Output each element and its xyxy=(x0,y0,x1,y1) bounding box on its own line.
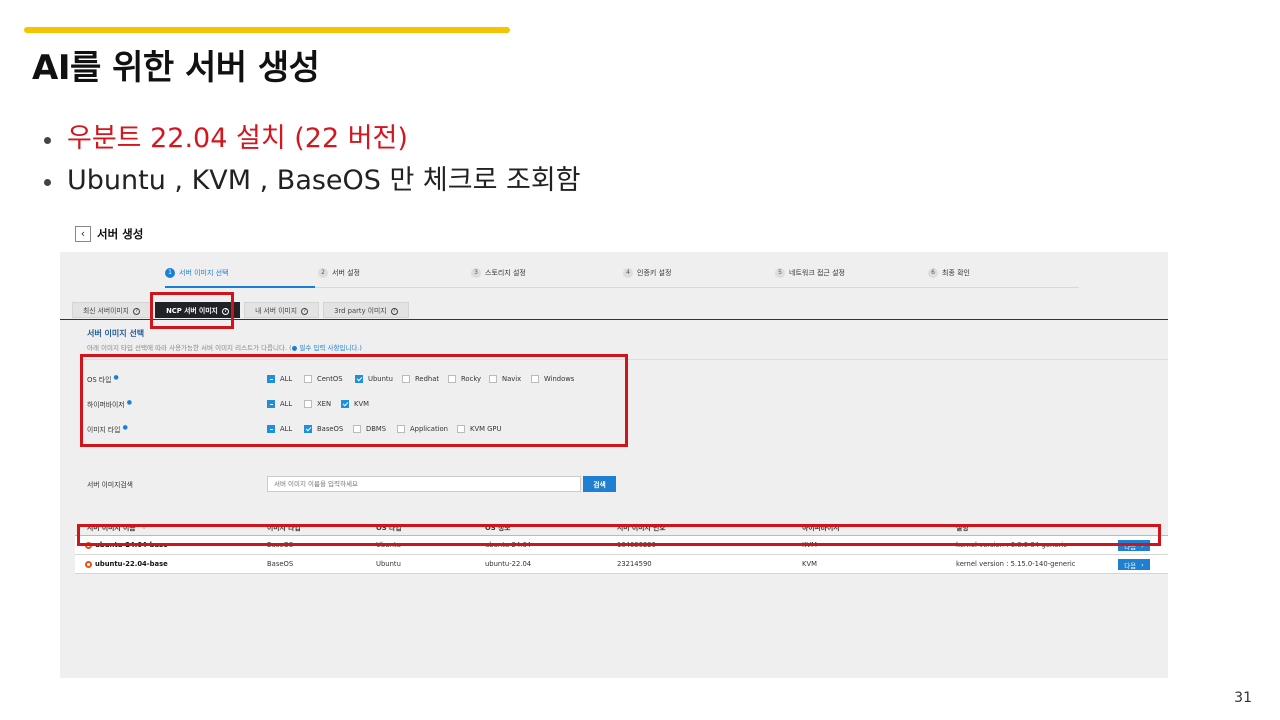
image-name-cell: ubuntu-22.04-base xyxy=(85,555,168,573)
page-number: 31 xyxy=(1234,690,1252,706)
tab-3rd-party-images[interactable]: 3rd party 이미지 ? xyxy=(323,302,409,318)
chevron-left-icon[interactable]: ‹ xyxy=(75,226,91,242)
table-cell: KVM xyxy=(802,560,817,568)
step-5[interactable]: 5 네트워크 접근 설정 xyxy=(775,268,845,278)
bullet-dot-icon xyxy=(44,136,51,144)
search-row: 서버 이미지검색 검색 xyxy=(87,476,616,492)
help-icon: ? xyxy=(133,307,141,315)
step-label: 서버 설정 xyxy=(332,269,360,277)
search-label: 서버 이미지검색 xyxy=(87,481,133,489)
table-cell: BaseOS xyxy=(267,560,294,568)
section-description-text: 아래 이미지 타입 선택에 따라 사용가능한 서버 이미지 리스트가 다릅니다.… xyxy=(87,344,292,352)
step-4[interactable]: 4 인증키 설정 xyxy=(623,268,671,278)
step-label: 인증키 설정 xyxy=(637,269,672,277)
step-number: 3 xyxy=(471,268,481,278)
table-cell: ubuntu-22.04 xyxy=(485,560,532,568)
tab-my-images[interactable]: 내 서버 이미지 ? xyxy=(244,302,320,318)
step-1[interactable]: 1 서버 이미지 선택 xyxy=(165,268,229,278)
bullet-list: 우분트 22.04 설치 (22 버전) Ubuntu , KVM , Base… xyxy=(44,118,581,202)
image-tabs: 최신 서버이미지 ? NCP 서버 이미지 ? 내 서버 이미지 ? 3rd p… xyxy=(72,302,409,318)
image-search-input[interactable] xyxy=(267,476,581,492)
slide-title: AI를 위한 서버 생성 xyxy=(32,48,320,88)
bullet-text: 우분트 22.04 설치 (22 버전) xyxy=(67,123,408,154)
console-header: ‹ 서버 생성 xyxy=(60,218,1168,252)
table-cell: 23214590 xyxy=(617,560,652,568)
step-number: 2 xyxy=(318,268,328,278)
step-label: 서버 이미지 선택 xyxy=(179,269,229,277)
bullet-item: 우분트 22.04 설치 (22 버전) xyxy=(44,118,581,160)
console-page-title: 서버 생성 xyxy=(97,227,144,241)
bullet-dot-icon xyxy=(44,178,51,186)
step-6[interactable]: 6 최종 확인 xyxy=(928,268,970,278)
tab-latest-images[interactable]: 최신 서버이미지 ? xyxy=(72,302,152,318)
bullet-item: Ubuntu , KVM , BaseOS 만 체크로 조회함 xyxy=(44,160,581,202)
tab-label: 3rd party 이미지 xyxy=(334,307,387,315)
section-description: 아래 이미지 타입 선택에 따라 사용가능한 서버 이미지 리스트가 다릅니다.… xyxy=(87,342,362,352)
tab-label: 내 서버 이미지 xyxy=(255,307,297,315)
annotation-box-filters xyxy=(80,354,628,447)
table-cell: kernel version : 5.15.0-140-generic xyxy=(956,560,1076,568)
step-2[interactable]: 2 서버 설정 xyxy=(318,268,360,278)
annotation-box-tab xyxy=(150,292,234,329)
step-number: 5 xyxy=(775,268,785,278)
help-icon: ? xyxy=(390,307,398,315)
required-note: ● 필수 입력 사항입니다.) xyxy=(291,344,362,352)
next-label: 다음 xyxy=(1124,561,1137,570)
stepper-progress xyxy=(165,286,315,288)
wizard-stepper: 1 서버 이미지 선택 2 서버 설정 3 스토리지 설정 4 인증키 설정 5 네트워크… xyxy=(165,268,1079,288)
step-number: 1 xyxy=(165,268,175,278)
table-row[interactable]: ubuntu-22.04-base BaseOS Ubuntu ubuntu-2… xyxy=(75,555,1168,574)
bullet-text: Ubuntu , KVM , BaseOS 만 체크로 조회함 xyxy=(67,165,581,196)
step-label: 네트워크 접근 설정 xyxy=(789,269,845,277)
chevron-right-icon: › xyxy=(1141,560,1144,569)
step-label: 최종 확인 xyxy=(942,269,970,277)
step-3[interactable]: 3 스토리지 설정 xyxy=(471,268,526,278)
step-number: 6 xyxy=(928,268,938,278)
help-icon: ? xyxy=(301,307,309,315)
next-button[interactable]: 다음 › xyxy=(1118,559,1150,570)
step-label: 스토리지 설정 xyxy=(485,269,526,277)
annotation-box-row xyxy=(77,524,1161,546)
table-cell: Ubuntu xyxy=(376,560,401,568)
section-title: 서버 이미지 선택 xyxy=(87,329,145,338)
step-number: 4 xyxy=(623,268,633,278)
tab-label: 최신 서버이미지 xyxy=(83,307,129,315)
console-screenshot: ‹ 서버 생성 1 서버 이미지 선택 2 서버 설정 3 스토리지 설정 4 인증키 … xyxy=(60,218,1168,678)
image-name: ubuntu-22.04-base xyxy=(95,560,168,568)
ubuntu-icon xyxy=(85,560,92,568)
title-accent-bar xyxy=(24,27,510,33)
search-button[interactable]: 검색 xyxy=(583,476,616,492)
